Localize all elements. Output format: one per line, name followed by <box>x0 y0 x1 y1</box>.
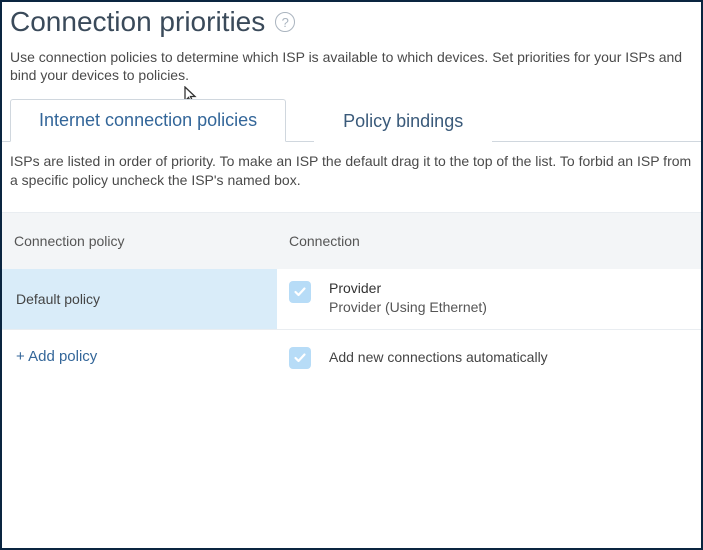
auto-add-checkbox[interactable] <box>289 347 311 369</box>
intro-text: Use connection policies to determine whi… <box>10 48 693 84</box>
column-header-connection: Connection <box>277 213 701 269</box>
auto-add-label: Add new connections automatically <box>329 349 548 365</box>
page-title: Connection priorities <box>10 6 265 38</box>
add-policy-button[interactable]: + Add policy <box>2 330 277 383</box>
connection-name: Provider <box>329 279 487 298</box>
policy-row[interactable]: Default policy <box>2 269 277 329</box>
connection-checkbox[interactable] <box>289 281 311 303</box>
connection-text: Provider Provider (Using Ethernet) <box>329 279 487 317</box>
connection-row[interactable]: Provider Provider (Using Ethernet) <box>277 269 701 327</box>
column-header-policy: Connection policy <box>2 213 277 269</box>
help-icon[interactable]: ? <box>275 12 295 32</box>
tab-connection-policies[interactable]: Internet connection policies <box>10 99 286 142</box>
tabs-bar: Internet connection policies Policy bind… <box>2 98 701 142</box>
tab-policy-bindings[interactable]: Policy bindings <box>314 100 492 142</box>
tab-description: ISPs are listed in order of priority. To… <box>2 142 701 212</box>
connection-detail: Provider (Using Ethernet) <box>329 298 487 317</box>
